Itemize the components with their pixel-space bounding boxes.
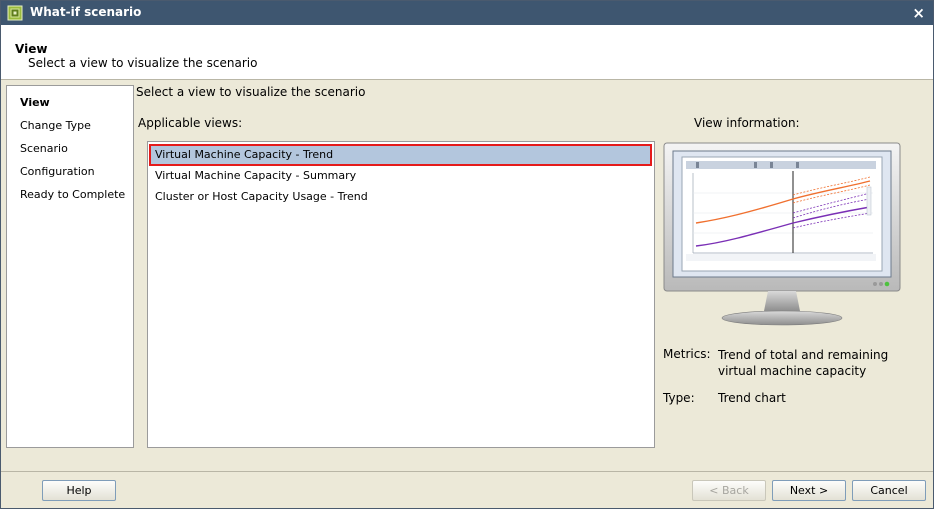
list-item-cluster-host-usage-trend[interactable]: Cluster or Host Capacity Usage - Trend <box>150 187 651 207</box>
metrics-key: Metrics: <box>663 347 711 361</box>
list-item-vm-capacity-trend[interactable]: Virtual Machine Capacity - Trend <box>149 144 652 166</box>
step-scenario[interactable]: Scenario <box>20 142 68 155</box>
type-key: Type: <box>663 391 695 405</box>
page-title: View <box>15 42 48 56</box>
step-configuration[interactable]: Configuration <box>20 165 95 178</box>
metrics-value: Trend of total and remaining virtual mac… <box>718 348 889 378</box>
dialog-window: What-if scenario × View Select a view to… <box>0 0 934 509</box>
view-information-label: View information: <box>694 116 800 130</box>
page-subtitle: Select a view to visualize the scenario <box>28 56 258 70</box>
content-title: Select a view to visualize the scenario <box>136 85 366 99</box>
applicable-views-label: Applicable views: <box>138 116 243 130</box>
next-button[interactable]: Next > <box>772 480 846 501</box>
what-if-app-icon <box>7 5 23 21</box>
close-icon[interactable]: × <box>912 4 925 22</box>
title-bar[interactable]: What-if scenario × <box>1 1 933 25</box>
help-button[interactable]: Help <box>42 480 116 501</box>
step-change-type[interactable]: Change Type <box>20 119 91 132</box>
view-preview-monitor <box>662 141 902 331</box>
wizard-header: View Select a view to visualize the scen… <box>1 25 933 80</box>
step-ready-to-complete[interactable]: Ready to Complete <box>20 188 125 201</box>
applicable-views-list[interactable]: Virtual Machine Capacity - Trend Virtual… <box>147 141 655 448</box>
cancel-button[interactable]: Cancel <box>852 480 926 501</box>
footer-divider <box>1 471 933 472</box>
back-button[interactable]: < Back <box>692 480 766 501</box>
step-view[interactable]: View <box>20 96 50 109</box>
window-title: What-if scenario <box>30 5 142 19</box>
type-value: Trend chart <box>718 391 786 405</box>
wizard-steps-nav: View Change Type Scenario Configuration … <box>6 85 134 448</box>
list-item-vm-capacity-summary[interactable]: Virtual Machine Capacity - Summary <box>150 166 651 186</box>
